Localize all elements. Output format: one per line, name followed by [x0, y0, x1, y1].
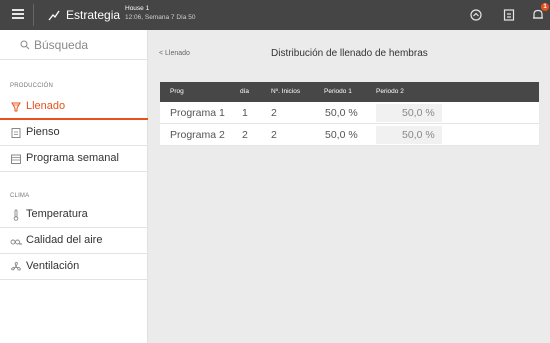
top-bar: Estrategia House 1 12:06, Semana 7 Día 5…: [0, 0, 550, 30]
column-header-dia: día: [240, 88, 250, 95]
strategy-icon: [48, 10, 60, 21]
table-row[interactable]: Programa 1 1 2 50,0 % 50,0 %: [160, 102, 539, 124]
sidebar-item-temperatura[interactable]: Temperatura: [0, 202, 148, 228]
column-header-prog: Prog: [170, 88, 184, 95]
prog-cell: Programa 2: [170, 129, 225, 141]
inicios-cell[interactable]: 2: [271, 107, 277, 119]
app-title: Estrategia: [66, 8, 121, 22]
prog-cell: Programa 1: [170, 107, 225, 119]
thermometer-icon: [13, 209, 19, 221]
page-title: Distribución de llenado de hembras: [271, 48, 428, 59]
search-box[interactable]: Búsqueda: [0, 30, 148, 60]
column-header-periodo2: Periodo 2: [376, 88, 404, 95]
dia-cell[interactable]: 2: [242, 129, 248, 141]
divider: [33, 4, 34, 26]
section-label-produccion: PRODUCCIÓN: [10, 83, 54, 89]
notification-badge: 1: [541, 3, 549, 11]
table-header: Prog día Nº. Inicios Periodo 1 Periodo 2: [160, 82, 539, 102]
sidebar-item-label: Temperatura: [26, 208, 88, 220]
sidebar-item-label: Llenado: [26, 100, 66, 112]
sidebar-item-ventilacion[interactable]: Ventilación: [0, 254, 148, 280]
periodo2-cell: 50,0 %: [402, 107, 435, 119]
periodo1-cell[interactable]: 50,0 %: [325, 129, 358, 141]
dia-cell[interactable]: 1: [242, 107, 248, 119]
search-icon: [20, 40, 30, 50]
sidebar-item-label: Programa semanal: [26, 152, 119, 164]
sidebar-item-label: Calidad del aire: [26, 234, 103, 246]
co2-icon: [10, 239, 22, 246]
feed-icon: [11, 128, 21, 138]
sidebar-item-label: Pienso: [26, 126, 60, 138]
content-header: < Llenado Distribución de llenado de hem…: [149, 42, 550, 66]
column-header-periodo1: Periodo 1: [324, 88, 352, 95]
menu-icon[interactable]: [12, 9, 24, 19]
feeder-icon: [11, 102, 21, 112]
inicios-cell[interactable]: 2: [271, 129, 277, 141]
sidebar-item-programa-semanal[interactable]: Programa semanal: [0, 146, 148, 172]
house-subtitle: 12:06, Semana 7 Día 50: [125, 14, 196, 21]
column-header-inicios: Nº. Inicios: [271, 88, 301, 95]
table-row[interactable]: Programa 2 2 2 50,0 % 50,0 %: [160, 124, 539, 146]
calendar-icon: [11, 154, 21, 164]
periodo2-cell: 50,0 %: [402, 129, 435, 141]
section-label-clima: CLIMA: [10, 193, 30, 199]
distribution-table: Prog día Nº. Inicios Periodo 1 Periodo 2…: [160, 82, 539, 146]
sidebar-item-pienso[interactable]: Pienso: [0, 120, 148, 146]
alarm-icon[interactable]: [469, 8, 483, 22]
periodo1-cell[interactable]: 50,0 %: [325, 107, 358, 119]
sidebar-item-llenado[interactable]: Llenado: [0, 94, 148, 120]
sidebar-item-calidad-aire[interactable]: Calidad del aire: [0, 228, 148, 254]
export-icon[interactable]: [502, 8, 516, 22]
search-input[interactable]: Búsqueda: [34, 38, 88, 52]
house-label: House 1: [125, 5, 150, 12]
sidebar-item-label: Ventilación: [26, 260, 80, 272]
sidebar: Búsqueda PRODUCCIÓN Llenado Pienso Progr…: [0, 30, 148, 343]
breadcrumb[interactable]: < Llenado: [159, 50, 190, 57]
fan-icon: [11, 261, 21, 271]
